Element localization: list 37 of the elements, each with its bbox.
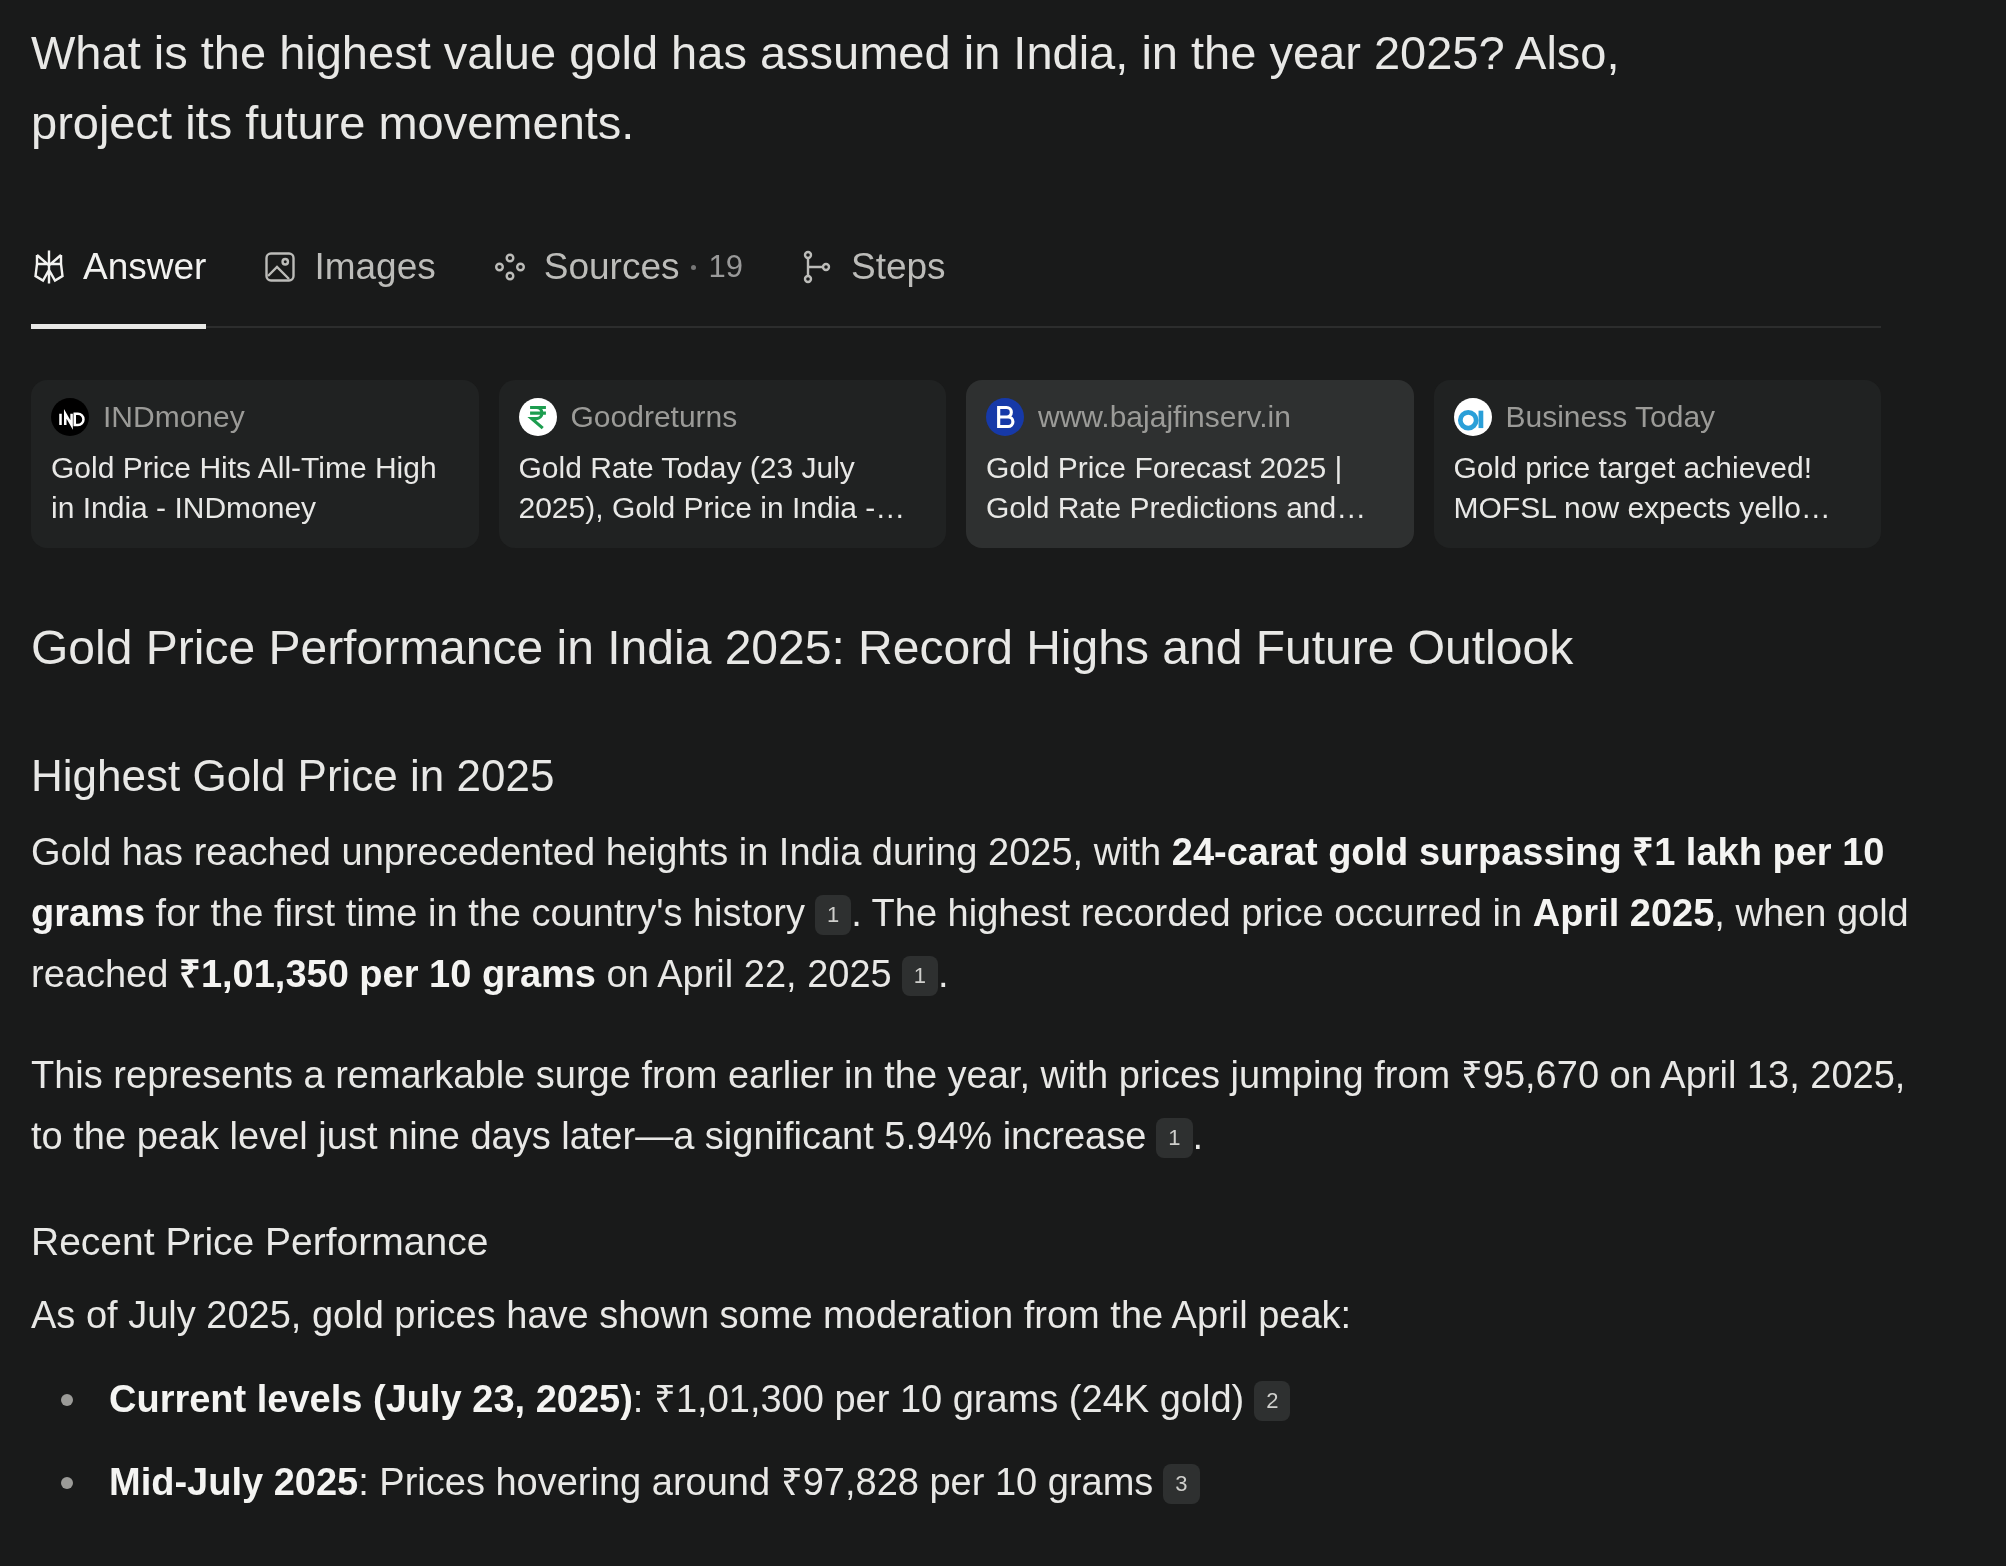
source-title: Gold Rate Today (23 July 2025), Gold Price in India -… xyxy=(518,450,907,526)
source-card[interactable]: Business Today Gold price target achieved! MOFSL now expects yello… xyxy=(1433,380,1881,548)
bullet-icon xyxy=(61,1393,73,1406)
list-item: Current levels (July 23, 2025): ₹1,01,300 per 10 grams (24K gold) 2 xyxy=(109,1358,1291,1441)
tab[interactable]: Steps xyxy=(798,246,946,329)
site-logo-icon xyxy=(1453,398,1492,436)
asterisk-logo-icon xyxy=(31,249,67,285)
citation-link[interactable]: 2 xyxy=(1254,1381,1291,1421)
tab[interactable]: Images xyxy=(262,246,436,329)
tab[interactable]: Answer xyxy=(31,246,207,329)
citation-link[interactable]: 1 xyxy=(814,895,852,935)
site-logo-icon xyxy=(986,398,1024,436)
answer-paragraph: This represents a remarkable surge from earlier in the year, with prices jumping from ₹95,670 on April 13, 2025, to the peak level just nine days later—a significant 5.94% increase 1 . xyxy=(31,1053,1907,1160)
rupee-logo-icon xyxy=(518,398,557,436)
tab[interactable]: Sources 19 xyxy=(491,246,743,329)
answer-paragraph: As of July 2025, gold prices have shown some moderation from the April peak: xyxy=(31,1293,1353,1338)
source-card[interactable]: www.bajajfinserv.in Gold Price Forecast 2025 | Gold Rate Predictions and… xyxy=(966,380,1414,548)
source-name: INDmoney xyxy=(103,400,245,434)
citation-link[interactable]: 1 xyxy=(1156,1118,1193,1158)
source-name: Goodreturns xyxy=(570,400,738,434)
source-title: Gold Price Hits All-Time High in India - INDmoney xyxy=(51,450,438,526)
source-name: Business Today xyxy=(1505,400,1716,434)
source-title: Gold Price Forecast 2025 | Gold Rate Predictions and… xyxy=(986,450,1368,526)
source-card[interactable]: Goodreturns Gold Rate Today (23 July 2025), Gold Price in India -… xyxy=(498,380,946,548)
question-title: What is the highest value gold has assumed in India, in the year 2025? Also, project its future movements. xyxy=(31,25,1621,151)
bullet-icon xyxy=(61,1476,73,1489)
source-card[interactable]: INDmoney Gold Price Hits All-Time High in India - INDmoney xyxy=(31,380,479,548)
source-name: www.bajajfinserv.in xyxy=(1038,400,1291,434)
section-heading: Highest Gold Price in 2025 xyxy=(31,750,556,802)
answer-heading: Gold Price Performance in India 2025: Record Highs and Future Outlook xyxy=(31,620,1575,676)
source-title: Gold price target achieved! MOFSL now expects yello… xyxy=(1453,450,1832,526)
citation-link[interactable]: 1 xyxy=(901,956,938,996)
answer-paragraph: Gold has reached unprecedented heights in India during 2025, with 24-carat gold surpassing ₹1 lakh per 10 grams for the first time in the country's history 1 . The highest recorded price occurred in April 2025, when gold reached ₹1,01,350 per 10 grams on April 22, 2025 1 . xyxy=(31,830,1910,998)
citation-link[interactable]: 3 xyxy=(1163,1464,1200,1504)
list-item: Mid-July 2025: Prices hovering around ₹97,828 per 10 grams 3 xyxy=(109,1441,1200,1524)
site-logo-icon xyxy=(51,398,89,436)
subsection-heading: Recent Price Performance xyxy=(31,1219,490,1265)
